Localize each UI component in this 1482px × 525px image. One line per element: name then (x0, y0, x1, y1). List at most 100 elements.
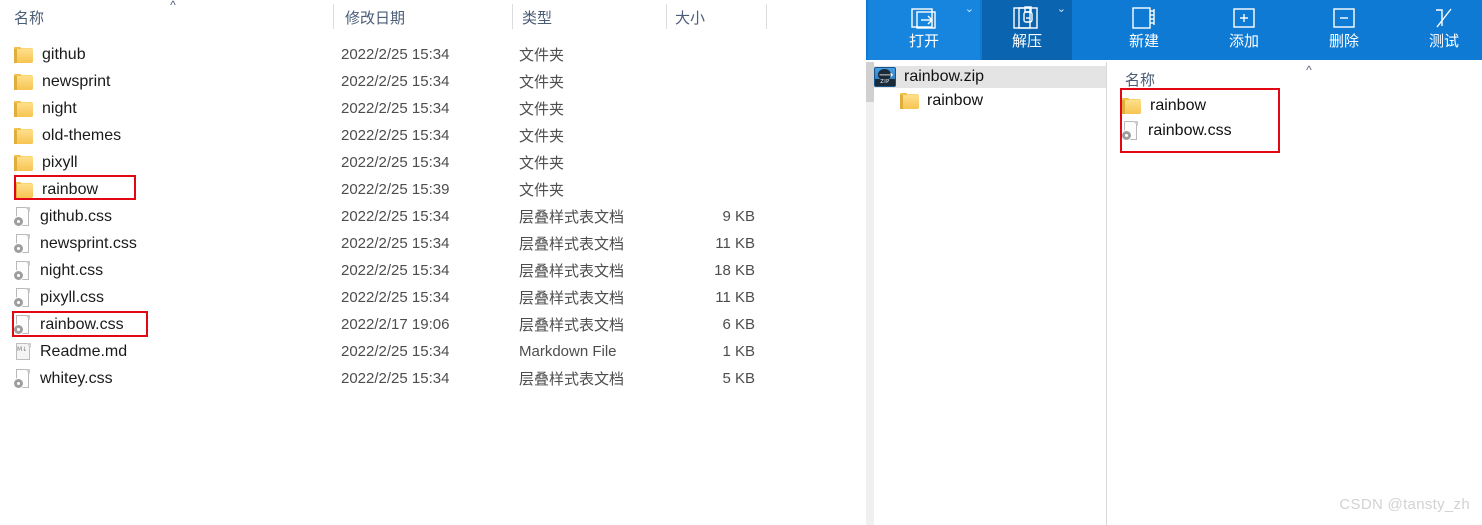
archive-tree-pane: ⟶ ZIP rainbow.zip rainbow (866, 62, 1107, 525)
file-name-label: github.css (40, 207, 113, 225)
tree-scrollbar-thumb[interactable] (866, 62, 874, 102)
folder-icon (1122, 97, 1141, 114)
file-explorer-list-view: ^ 名称 修改日期 类型 大小 github 2022/2/25 15:34 文件夹… (0, 0, 864, 525)
cell-name[interactable]: old-themes (14, 122, 121, 149)
toolbar-button-label: 测试 (1428, 33, 1459, 50)
cell-name[interactable]: M↓ Readme.md (14, 338, 127, 365)
file-name-label: night (42, 99, 77, 117)
chevron-down-icon[interactable]: ⌄ (1057, 4, 1066, 15)
toolbar-button-test-check[interactable]: 测试 (1406, 0, 1482, 60)
cell-name[interactable]: night (14, 95, 77, 122)
cell-date: 2022/2/25 15:34 (341, 100, 450, 117)
cell-size (600, 41, 755, 68)
cell-name[interactable]: rainbow.css (14, 311, 124, 338)
cell-type: 文件夹 (519, 74, 565, 91)
toolbar-button-open-arrow[interactable]: 打开 ⌄ (868, 0, 980, 60)
cell-type: 文件夹 (519, 101, 565, 118)
plus-icon (1196, 0, 1292, 34)
table-row[interactable]: pixyll 2022/2/25 15:34 文件夹 (0, 149, 864, 176)
chevron-up-icon[interactable]: ^ (1302, 64, 1316, 76)
table-row[interactable]: night 2022/2/25 15:34 文件夹 (0, 95, 864, 122)
tree-item[interactable]: ⟶ ZIP rainbow.zip (874, 66, 1106, 88)
cell-date: 2022/2/25 15:34 (341, 208, 450, 225)
cell-name[interactable]: whitey.css (14, 365, 113, 392)
minus-icon (1296, 0, 1392, 34)
cell-type: 文件夹 (519, 182, 565, 199)
tree-scrollbar[interactable] (866, 62, 874, 525)
cell-type: 文件夹 (519, 155, 565, 172)
file-name-label: rainbow.css (40, 315, 124, 333)
csdn-watermark: CSDN @tansty_zh (1339, 496, 1470, 513)
toolbar-button-extract[interactable]: 解压 ⌄ (982, 0, 1072, 60)
toolbar-button-minus[interactable]: 删除 (1296, 0, 1392, 60)
file-name-label: night.css (40, 261, 104, 279)
file-name-label: pixyll.css (40, 288, 105, 306)
toolbar-button-label: 打开 (908, 33, 939, 50)
cell-size: 11 KB (715, 235, 755, 252)
cell-size: 9 KB (722, 208, 755, 225)
tree-item[interactable]: rainbow (874, 90, 1132, 112)
cell-date: 2022/2/25 15:34 (341, 262, 450, 279)
archive-manager-window: 打开 ⌄ 解压 ⌄ 新建 添加 删除 测试 ⟶ ZIP rainbow.zip rainbow ^ … (864, 0, 1482, 525)
archive-list-item[interactable]: rainbow (1122, 93, 1372, 118)
folder-icon (14, 154, 33, 171)
cell-name[interactable]: rainbow (14, 176, 98, 203)
table-row[interactable]: newsprint 2022/2/25 15:34 文件夹 (0, 68, 864, 95)
column-header-name[interactable]: 名称 (14, 0, 44, 33)
new-archive-icon (1096, 0, 1192, 34)
archive-list-item[interactable]: rainbow.css (1122, 118, 1372, 143)
file-name-label: newsprint (42, 72, 111, 90)
column-divider-1[interactable] (333, 4, 334, 29)
cell-size (600, 95, 755, 122)
folder-icon (14, 127, 33, 144)
css-file-icon (14, 287, 31, 308)
tree-item-label: rainbow.zip (904, 68, 985, 85)
table-row[interactable]: rainbow.css 2022/2/17 19:06 层叠样式表文档 6 KB (0, 311, 864, 338)
cell-type: 文件夹 (519, 128, 565, 145)
chevron-down-icon[interactable]: ⌄ (965, 4, 974, 15)
table-row[interactable]: pixyll.css 2022/2/25 15:34 层叠样式表文档 11 KB (0, 284, 864, 311)
cell-name[interactable]: newsprint (14, 68, 110, 95)
chevron-up-icon[interactable]: ^ (166, 0, 180, 11)
file-name-label: old-themes (42, 126, 122, 144)
toolbar-button-label: 添加 (1228, 33, 1259, 50)
table-row[interactable]: whitey.css 2022/2/25 15:34 层叠样式表文档 5 KB (0, 365, 864, 392)
table-row[interactable]: old-themes 2022/2/25 15:34 文件夹 (0, 122, 864, 149)
zip-archive-icon: ⟶ ZIP (874, 67, 896, 87)
table-row[interactable]: newsprint.css 2022/2/25 15:34 层叠样式表文档 11 KB (0, 230, 864, 257)
toolbar-button-new-archive[interactable]: 新建 (1096, 0, 1192, 60)
cell-name[interactable]: github.css (14, 203, 112, 230)
column-header-size[interactable]: 大小 (675, 0, 705, 33)
cell-name[interactable]: newsprint.css (14, 230, 137, 257)
table-row[interactable]: M↓ Readme.md 2022/2/25 15:34 Markdown File 1… (0, 338, 864, 365)
table-row[interactable]: github 2022/2/25 15:34 文件夹 (0, 41, 864, 68)
column-divider-3[interactable] (666, 4, 667, 29)
explorer-column-header: ^ 名称 修改日期 类型 大小 (0, 0, 864, 33)
toolbar-button-plus[interactable]: 添加 (1196, 0, 1292, 60)
file-name-label: newsprint.css (40, 234, 137, 252)
cell-date: 2022/2/25 15:34 (341, 46, 450, 63)
column-divider-2[interactable] (512, 4, 513, 29)
cell-date: 2022/2/25 15:34 (341, 289, 450, 306)
cell-size: 1 KB (722, 343, 755, 360)
column-divider-4[interactable] (766, 4, 767, 29)
cell-name[interactable]: night.css (14, 257, 103, 284)
column-header-type[interactable]: 类型 (522, 0, 552, 33)
table-row[interactable]: night.css 2022/2/25 15:34 层叠样式表文档 18 KB (0, 257, 864, 284)
cell-type: 文件夹 (519, 47, 565, 64)
cell-name[interactable]: pixyll.css (14, 284, 104, 311)
cell-size: 11 KB (715, 289, 755, 306)
cell-name[interactable]: pixyll (14, 149, 78, 176)
archive-column-header-name[interactable]: 名称 (1125, 69, 1155, 90)
css-file-icon (14, 233, 31, 254)
table-row[interactable]: github.css 2022/2/25 15:34 层叠样式表文档 9 KB (0, 203, 864, 230)
archive-list-item-label: rainbow.css (1148, 121, 1232, 139)
cell-name[interactable]: github (14, 41, 86, 68)
cell-size (600, 149, 755, 176)
file-name-label: whitey.css (40, 369, 113, 387)
file-name-label: rainbow (42, 180, 99, 198)
test-check-icon (1406, 0, 1482, 34)
column-header-date[interactable]: 修改日期 (345, 0, 405, 33)
css-file-icon (14, 314, 31, 335)
table-row[interactable]: rainbow 2022/2/25 15:39 文件夹 (0, 176, 864, 203)
